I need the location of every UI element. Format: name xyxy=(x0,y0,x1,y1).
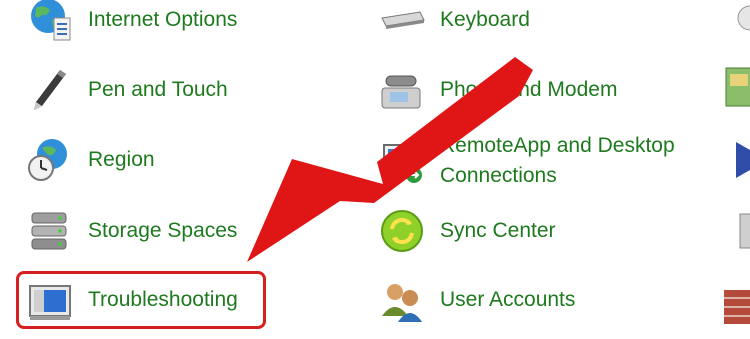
sync-center-icon xyxy=(378,207,426,255)
cropped-icons-graphic xyxy=(724,5,750,324)
right-column-cropped-icons xyxy=(716,0,750,339)
region-globe-clock-icon xyxy=(26,136,74,184)
control-panel-item-label: Keyboard xyxy=(440,8,530,31)
control-panel-item-keyboard[interactable]: Keyboard xyxy=(378,0,530,44)
control-panel-item-label: Region xyxy=(88,148,155,171)
control-panel-item-label: Storage Spaces xyxy=(88,219,238,242)
pen-icon xyxy=(26,66,74,114)
control-panel-item-label: Phone and Modem xyxy=(440,78,618,101)
control-panel-item-internet-options[interactable]: Internet Options xyxy=(26,0,237,44)
control-panel-item-sync-center[interactable]: Sync Center xyxy=(378,207,556,255)
storage-spaces-icon xyxy=(26,207,74,255)
keyboard-icon xyxy=(378,0,426,44)
control-panel-item-label: User Accounts xyxy=(440,288,576,311)
highlight-box xyxy=(16,271,266,329)
remoteapp-icon xyxy=(378,137,426,185)
control-panel-item-pen-and-touch[interactable]: Pen and Touch xyxy=(26,66,228,114)
user-accounts-icon xyxy=(378,276,426,324)
control-panel-item-label: Sync Center xyxy=(440,219,556,242)
control-panel-item-storage-spaces[interactable]: Storage Spaces xyxy=(26,207,237,255)
control-panel-item-label: Internet Options xyxy=(88,8,238,31)
control-panel-item-region[interactable]: Region xyxy=(26,136,155,184)
control-panel-item-label: Pen and Touch xyxy=(88,78,228,101)
internet-options-icon xyxy=(26,0,74,44)
control-panel-item-label: RemoteApp and Desktop Connections xyxy=(440,134,675,187)
phone-modem-icon xyxy=(378,66,426,114)
control-panel-item-phone-and-modem[interactable]: Phone and Modem xyxy=(378,66,617,114)
control-panel-item-remoteapp[interactable]: RemoteApp and Desktop Connections xyxy=(378,131,720,191)
control-panel-item-user-accounts[interactable]: User Accounts xyxy=(378,276,575,324)
